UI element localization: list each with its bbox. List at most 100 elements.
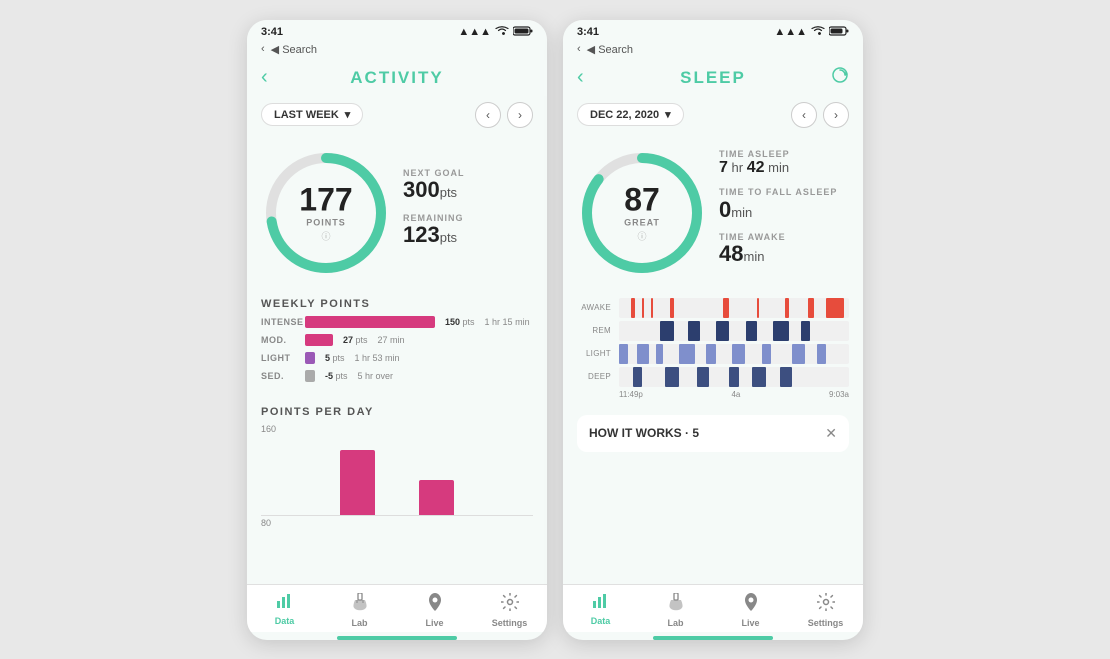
sleep-back-button[interactable]: ‹ bbox=[577, 66, 584, 89]
chart-bar bbox=[340, 450, 375, 515]
next-arrow[interactable]: › bbox=[507, 102, 533, 128]
activity-scroll-content: 177 POINTS ⓘ NEXT GOAL 300pts REMAINING bbox=[247, 136, 547, 584]
sleep-segment bbox=[746, 321, 758, 341]
how-close-button[interactable]: ✕ bbox=[825, 425, 837, 442]
activity-status-bar: 3:41 ▲▲▲ bbox=[247, 20, 547, 41]
sleep-stage-label: REM bbox=[577, 326, 611, 335]
date-chevron-icon: ▾ bbox=[665, 108, 671, 121]
chart-bar-wrap bbox=[498, 436, 533, 515]
sleep-back-search[interactable]: ‹ ◀ Search bbox=[563, 41, 863, 60]
sleep-settings-nav-icon bbox=[817, 593, 835, 616]
nav-settings-label: Settings bbox=[492, 618, 528, 628]
sleep-segment bbox=[670, 298, 675, 318]
chart-bar bbox=[419, 480, 454, 515]
sleep-stats-panel: TIME ASLEEP 7 hr 42 min TIME TO FALL ASL… bbox=[719, 149, 849, 276]
chart-bar-wrap bbox=[379, 436, 414, 515]
sleep-segment bbox=[780, 367, 792, 387]
sleep-next-arrow[interactable]: › bbox=[823, 102, 849, 128]
sleep-stage-label: LIGHT bbox=[577, 349, 611, 358]
activity-page-title: ACTIVITY bbox=[350, 68, 443, 88]
sleep-stage-label: AWAKE bbox=[577, 303, 611, 312]
weekly-points-bars: INTENSE 150 pts 1 hr 15 min MOD. 27 pts … bbox=[247, 316, 547, 398]
date-label: DEC 22, 2020 bbox=[590, 109, 659, 121]
nav-arrows: ‹ › bbox=[475, 102, 533, 128]
sleep-battery-icon bbox=[829, 26, 849, 39]
activity-back-search[interactable]: ‹ ◀ Search bbox=[247, 41, 547, 60]
wifi-icon bbox=[495, 26, 509, 39]
ring-number: 177 bbox=[299, 183, 352, 215]
activity-time: 3:41 bbox=[261, 26, 283, 38]
sleep-time: 3:41 bbox=[577, 26, 599, 38]
sleep-ring-info-icon[interactable]: ⓘ bbox=[624, 229, 660, 242]
period-pill[interactable]: LAST WEEK ▾ bbox=[261, 103, 363, 126]
sleep-nav-lab[interactable]: Lab bbox=[638, 593, 713, 628]
time-asleep-value: 7 hr 42 min bbox=[719, 159, 849, 177]
back-arrow-icon: ‹ bbox=[261, 43, 265, 55]
bar-pts: 150 pts bbox=[445, 317, 475, 327]
activity-back-button[interactable]: ‹ bbox=[261, 66, 268, 89]
chevron-down-icon: ▾ bbox=[345, 108, 351, 121]
sleep-segment bbox=[637, 344, 649, 364]
sleep-segment bbox=[633, 367, 642, 387]
time-awake-stat: TIME AWAKE 48min bbox=[719, 232, 849, 266]
nav-lab[interactable]: Lab bbox=[322, 593, 397, 628]
refresh-button[interactable] bbox=[831, 66, 849, 89]
bar-label: LIGHT bbox=[261, 353, 299, 363]
sleep-segment bbox=[723, 298, 730, 318]
how-it-works: HOW IT WORKS · 5 ✕ bbox=[577, 415, 849, 452]
nav-settings[interactable]: Settings bbox=[472, 593, 547, 628]
activity-phone: 3:41 ▲▲▲ ‹ ◀ Search ‹ ACTIVITY LAST WEEK bbox=[247, 20, 547, 640]
ring-label: POINTS bbox=[299, 217, 352, 227]
sleep-segment bbox=[757, 298, 759, 318]
sleep-nav-live[interactable]: Live bbox=[713, 593, 788, 628]
bar-time: 1 hr 15 min bbox=[485, 317, 530, 327]
sleep-segment bbox=[665, 367, 679, 387]
activity-bar-row: SED. -5 pts 5 hr over bbox=[261, 370, 533, 382]
sleep-nav-lab-label: Lab bbox=[667, 618, 683, 628]
bar-pts: 5 pts bbox=[325, 353, 345, 363]
sleep-segment bbox=[801, 321, 810, 341]
sleep-header: ‹ SLEEP bbox=[563, 60, 863, 96]
sleep-data-nav-icon bbox=[592, 593, 610, 614]
sleep-nav-data-label: Data bbox=[591, 616, 611, 626]
time-fall-label: TIME TO FALL ASLEEP bbox=[719, 187, 849, 198]
ring-info-icon[interactable]: ⓘ bbox=[299, 229, 352, 242]
sleep-nav-settings[interactable]: Settings bbox=[788, 593, 863, 628]
bar-time: 1 hr 53 min bbox=[355, 353, 400, 363]
sleep-ring-center: 87 GREAT ⓘ bbox=[624, 183, 660, 242]
sleep-phone: 3:41 ▲▲▲ ‹ ◀ Search ‹ SLEEP bbox=[563, 20, 863, 640]
nav-live[interactable]: Live bbox=[397, 593, 472, 628]
activity-stats-panel: NEXT GOAL 300pts REMAINING 123pts bbox=[403, 168, 533, 256]
sleep-stage-bars bbox=[619, 321, 849, 341]
sleep-prev-arrow[interactable]: ‹ bbox=[791, 102, 817, 128]
sleep-page-title: SLEEP bbox=[680, 68, 746, 88]
sleep-time-1: 11:49p bbox=[619, 390, 643, 399]
next-goal-stat: NEXT GOAL 300pts bbox=[403, 168, 533, 202]
prev-arrow[interactable]: ‹ bbox=[475, 102, 501, 128]
activity-bar-row: INTENSE 150 pts 1 hr 15 min bbox=[261, 316, 533, 328]
sleep-ring: 87 GREAT ⓘ bbox=[577, 148, 707, 278]
sleep-segment bbox=[762, 344, 771, 364]
bar-fill bbox=[305, 334, 333, 346]
nav-data[interactable]: Data bbox=[247, 593, 322, 628]
activity-ring-section: 177 POINTS ⓘ NEXT GOAL 300pts REMAINING bbox=[247, 136, 547, 290]
sleep-nav-arrows: ‹ › bbox=[791, 102, 849, 128]
sleep-status-icons: ▲▲▲ bbox=[774, 26, 849, 39]
live-nav-icon bbox=[427, 593, 443, 616]
date-pill[interactable]: DEC 22, 2020 ▾ bbox=[577, 103, 684, 126]
how-title: HOW IT WORKS · 5 bbox=[589, 426, 699, 440]
status-icons: ▲▲▲ bbox=[458, 26, 533, 39]
sleep-segment bbox=[773, 321, 789, 341]
sleep-segment bbox=[729, 367, 738, 387]
nav-live-label: Live bbox=[425, 618, 443, 628]
sleep-segment bbox=[785, 298, 790, 318]
sleep-ring-label: GREAT bbox=[624, 217, 660, 227]
sleep-segment bbox=[826, 298, 844, 318]
bar-label: SED. bbox=[261, 371, 299, 381]
sleep-segment bbox=[732, 344, 746, 364]
remaining-value: 123pts bbox=[403, 223, 533, 247]
sleep-scroll-content: 87 GREAT ⓘ TIME ASLEEP 7 hr 42 min bbox=[563, 136, 863, 584]
sleep-nav-data[interactable]: Data bbox=[563, 593, 638, 628]
chart-bar-wrap bbox=[300, 436, 335, 515]
sleep-home-indicator bbox=[653, 636, 773, 640]
